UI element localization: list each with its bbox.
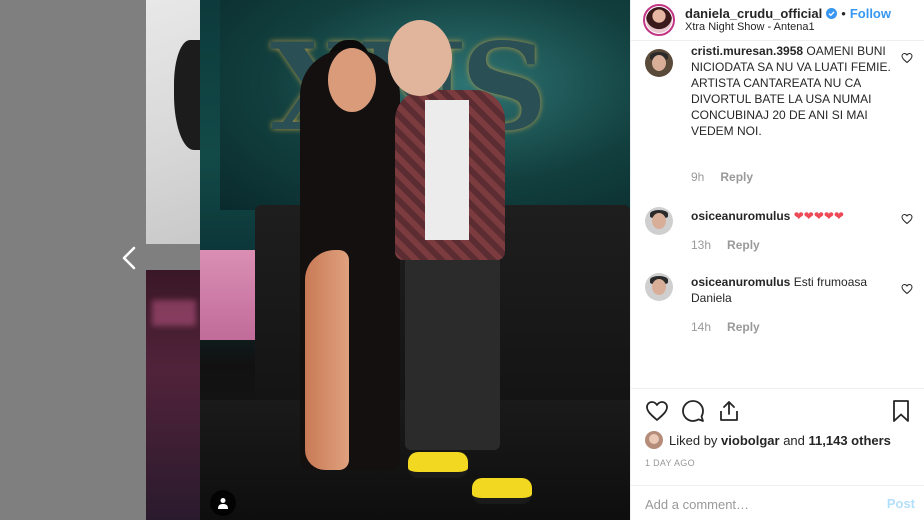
author-avatar[interactable] <box>643 4 675 36</box>
chevron-left-icon <box>122 246 136 270</box>
liker-avatar[interactable] <box>645 431 663 449</box>
post-header: daniela_crudu_official • Follow Xtra Nig… <box>631 0 924 41</box>
comments-list[interactable]: cristi.muresan.3958 OAMENI BUNI NICIODAT… <box>631 41 924 388</box>
comment-time: 14h <box>691 320 712 334</box>
post-timestamp[interactable]: 1 DAY AGO <box>645 458 695 468</box>
author-username[interactable]: daniela_crudu_official <box>685 6 822 22</box>
commenter-avatar[interactable] <box>645 49 673 77</box>
comment-username[interactable]: cristi.muresan.3958 <box>691 44 803 58</box>
reply-button[interactable]: Reply <box>720 170 753 184</box>
comment-like-icon[interactable] <box>901 283 913 295</box>
likes-middle: and <box>783 432 805 448</box>
reply-button[interactable]: Reply <box>727 320 760 334</box>
comment-input[interactable] <box>645 495 865 513</box>
previous-post-thumbnail <box>146 0 200 244</box>
comment-like-icon[interactable] <box>901 52 913 64</box>
location-link[interactable]: Xtra Night Show - Antena1 <box>685 21 891 34</box>
verified-badge-icon <box>826 7 838 19</box>
follow-button[interactable]: Follow <box>850 6 891 22</box>
likes-prefix: Liked by <box>669 432 718 448</box>
comment-icon[interactable] <box>681 399 705 423</box>
likes-count[interactable]: 11,143 others <box>809 433 891 448</box>
comment-like-icon[interactable] <box>901 213 913 225</box>
share-icon[interactable] <box>717 399 741 423</box>
comment-username[interactable]: osiceanuromulus <box>691 275 790 289</box>
commenter-avatar[interactable] <box>645 207 673 235</box>
liker-username[interactable]: viobolgar <box>721 433 780 448</box>
previous-post-thumbnail-lower <box>146 270 200 520</box>
post-side-panel: daniela_crudu_official • Follow Xtra Nig… <box>630 0 924 520</box>
separator-dot: • <box>841 5 846 21</box>
post-photo[interactable]: XNS <box>200 0 630 520</box>
likes-summary: Liked by viobolgar and 11,143 others <box>645 431 891 449</box>
post-comment-button[interactable]: Post <box>887 496 915 511</box>
comment-text: OAMENI BUNI NICIODATA SA NU VA LUATI FEM… <box>691 44 891 138</box>
heart-icon[interactable] <box>645 399 669 423</box>
comment-time: 9h <box>691 170 705 184</box>
comment-time: 13h <box>691 238 712 252</box>
bookmark-icon[interactable] <box>889 399 913 423</box>
add-comment-bar: Post <box>631 485 924 520</box>
commenter-avatar[interactable] <box>645 273 673 301</box>
user-tag-icon <box>218 498 228 509</box>
tagged-users-button[interactable] <box>210 490 236 516</box>
comment-username[interactable]: osiceanuromulus <box>691 209 790 223</box>
action-icons <box>645 399 915 423</box>
reply-button[interactable]: Reply <box>727 238 760 252</box>
previous-post-button[interactable] <box>114 240 144 276</box>
comment-text: ❤❤❤❤❤ <box>793 209 844 223</box>
post-actions: Liked by viobolgar and 11,143 others 1 D… <box>631 388 924 520</box>
